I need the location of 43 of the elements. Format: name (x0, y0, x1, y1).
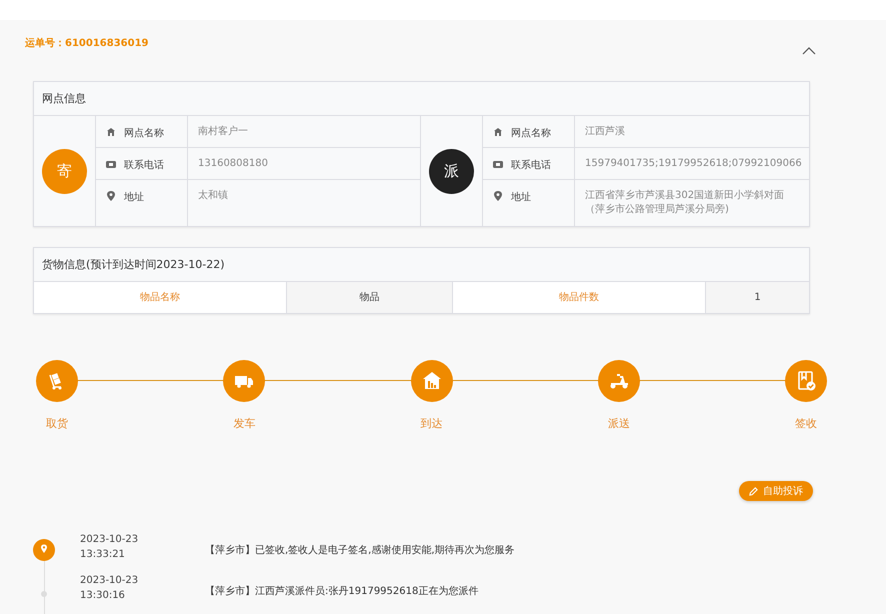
field-value: 15979401735;19179952618;07992109066 (585, 158, 802, 169)
role-badge: 寄 (42, 148, 87, 194)
step-label: 到达 (420, 416, 442, 431)
phone-icon (493, 159, 503, 169)
building-icon (493, 127, 503, 137)
field-label: 地址 (124, 190, 144, 204)
tracking-message: 【萍乡市】已签收,签收人是电子签名,感谢使用安能,期待再次为您服务 (205, 544, 515, 557)
timestamp: 2023-10-23 13:30:16 (80, 574, 140, 603)
truck-icon (223, 360, 266, 402)
card-title: 网点信息 (34, 82, 809, 116)
goods-value-cell: 1 (706, 282, 809, 313)
waybill-number: 运单号：610016836019 (25, 36, 148, 50)
role-badge: 派 (429, 148, 474, 194)
collapse-chevron-icon[interactable] (802, 46, 816, 54)
goods-label-cell: 物品名称 (34, 282, 287, 313)
building-icon (106, 127, 116, 137)
step-label: 派送 (608, 416, 630, 431)
field-value: 太和镇 (198, 190, 228, 201)
location-pin-icon (106, 191, 116, 201)
timestamp: 2023-10-23 13:33:21 (80, 533, 140, 562)
hand-truck-icon (36, 360, 78, 402)
warehouse-icon (410, 360, 452, 402)
step-label: 签收 (795, 416, 817, 431)
complaint-button[interactable]: 自助投诉 (739, 481, 813, 501)
pencil-icon (749, 486, 758, 496)
signed-document-icon (785, 360, 827, 402)
step-label: 取货 (46, 416, 68, 431)
field-label: 联系电话 (511, 158, 551, 172)
goods-label-cell: 物品件数 (453, 282, 706, 313)
field-label: 地址 (511, 190, 531, 204)
field-label: 联系电话 (124, 158, 164, 172)
step-label: 发车 (233, 416, 256, 431)
location-pin-icon (493, 191, 503, 201)
tracking-message: 【萍乡市】江西芦溪派件员:张丹19179952618正在为您派件 (205, 584, 478, 598)
field-label: 网点名称 (124, 126, 164, 140)
phone-icon (106, 159, 116, 169)
field-value: 南村客户一 (198, 126, 248, 137)
field-label: 网点名称 (511, 126, 551, 140)
field-value: 江西省萍乡市芦溪县302国道新田小学斜对面（萍乡市公路管理局芦溪分局旁) (585, 190, 784, 215)
field-value: 13160808180 (198, 158, 268, 169)
field-value: 江西芦溪 (585, 126, 625, 137)
goods-value-cell: 物品 (287, 282, 453, 313)
scooter-icon (598, 360, 640, 402)
